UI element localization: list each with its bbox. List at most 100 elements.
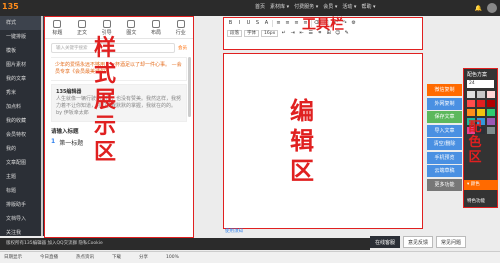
import-article-button[interactable]: 导入文章 xyxy=(427,124,462,137)
body-tab-icon xyxy=(78,19,86,28)
sidebar-item-article-images[interactable]: 文章配图 xyxy=(0,156,44,170)
status-item-share[interactable]: 分享 xyxy=(139,252,148,263)
sidebar-item-favorites[interactable]: 我的收藏 xyxy=(0,114,44,128)
save-article-button[interactable]: 保存文章 xyxy=(427,111,462,123)
mobile-preview-button[interactable]: 手机预览 xyxy=(427,151,462,164)
sidebar-item-styles[interactable]: 样式 xyxy=(0,16,44,30)
tab-body[interactable]: 正文 xyxy=(70,17,95,38)
online-support-button[interactable]: 在线客服 xyxy=(370,236,401,248)
font-color-button[interactable]: A xyxy=(263,20,270,27)
undo-button[interactable]: ↶ xyxy=(332,20,339,27)
faq-button[interactable]: 常见问题 xyxy=(436,236,467,248)
nav-item-help[interactable]: 帮助 ▾ xyxy=(361,3,375,10)
sidebar-item-xiumi[interactable]: 秀米 xyxy=(0,86,44,100)
color-swatch[interactable] xyxy=(477,109,485,116)
tab-image-text[interactable]: 图文 xyxy=(119,17,144,38)
more-functions-button[interactable]: 更多功能 xyxy=(427,178,462,191)
font-family-select[interactable]: 字体 xyxy=(244,29,259,37)
tab-guide[interactable]: 引导 xyxy=(94,17,119,38)
list-button[interactable]: ☰ xyxy=(307,30,314,37)
italic-button[interactable]: I xyxy=(236,20,243,27)
style-search-input[interactable]: 输入关键字搜索 xyxy=(51,43,175,53)
format-painter-button[interactable]: ⎘ xyxy=(323,20,330,27)
insert-block-button[interactable]: ⊞ xyxy=(325,30,332,37)
member-filter-chip[interactable]: 会员 xyxy=(178,45,187,51)
align-center-button[interactable]: ≡ xyxy=(284,20,291,27)
style-heading-row[interactable]: 1 第一标题 xyxy=(51,138,187,147)
color-swatch[interactable] xyxy=(477,91,485,98)
nav-item-activities[interactable]: 活动 ▾ xyxy=(342,3,356,10)
status-item-live[interactable]: 今日直播 xyxy=(40,252,58,263)
sidebar-item-themes[interactable]: 主题 xyxy=(0,170,44,184)
palette-color-control[interactable]: ▾ 颜色 xyxy=(464,180,498,190)
nav-item-materials[interactable]: 素材库 ▾ xyxy=(270,3,289,10)
clear-format-button[interactable]: ⌫ xyxy=(314,20,321,27)
align-left-button[interactable]: ≡ xyxy=(275,20,282,27)
style-card-article[interactable]: 135编辑器 人生就像一辆行驶的大巴，也没有赞美。我然这样，我努力着不让你知道，… xyxy=(51,84,187,122)
color-swatch[interactable] xyxy=(487,109,495,116)
color-swatch[interactable] xyxy=(477,127,485,134)
color-swatch[interactable] xyxy=(467,127,475,134)
settings-button[interactable]: ⚙ xyxy=(350,20,357,27)
font-size-select[interactable]: 16px xyxy=(261,29,279,37)
sidebar-item-one-click-layout[interactable]: 一键排版 xyxy=(0,30,44,44)
strikethrough-button[interactable]: S xyxy=(254,20,261,27)
tab-industry[interactable]: 行业 xyxy=(168,17,193,38)
color-swatch[interactable] xyxy=(487,127,495,134)
align-right-button[interactable]: ≡ xyxy=(293,20,300,27)
cloud-draft-button[interactable]: 云端草稿 xyxy=(427,165,462,177)
bold-button[interactable]: B xyxy=(227,20,234,27)
sidebar-item-my-articles[interactable]: 我的文章 xyxy=(0,72,44,86)
redo-button[interactable]: ↷ xyxy=(341,20,348,27)
table-button[interactable]: ⌗ xyxy=(316,30,323,37)
user-avatar[interactable] xyxy=(487,3,497,13)
color-swatch[interactable] xyxy=(467,91,475,98)
color-swatch[interactable] xyxy=(467,118,475,125)
palette-color-input[interactable]: 24 xyxy=(467,80,494,88)
sidebar-item-extras[interactable]: 加点料 xyxy=(0,100,44,114)
status-item-download[interactable]: 下载 xyxy=(112,252,121,263)
color-swatch[interactable] xyxy=(487,118,495,125)
nav-item-paid-services[interactable]: 付费服务 ▾ xyxy=(294,3,318,10)
color-swatch[interactable] xyxy=(477,100,485,107)
clear-delete-button[interactable]: 清空/删除 xyxy=(427,138,462,150)
edit-html-button[interactable]: ✎ xyxy=(343,30,350,37)
site-logo[interactable]: 135 xyxy=(2,2,32,14)
external-copy-button[interactable]: 外网复制 xyxy=(427,97,462,110)
sidebar-item-member[interactable]: 会员特权 xyxy=(0,128,44,142)
color-swatch[interactable] xyxy=(487,100,495,107)
paragraph-select[interactable]: 段落 xyxy=(227,29,242,37)
indent-button[interactable]: ⇥ xyxy=(289,30,296,37)
line-break-button[interactable]: ↵ xyxy=(280,30,287,37)
bell-icon[interactable]: 🔔 xyxy=(475,5,482,12)
status-item-news[interactable]: 热点资讯 xyxy=(76,252,94,263)
sidebar-item-templates[interactable]: 模板 xyxy=(0,44,44,58)
tab-title[interactable]: 标题 xyxy=(45,17,70,38)
status-item-zoom[interactable]: 100% xyxy=(166,252,179,263)
palette-feature-label[interactable]: 特色功能 xyxy=(467,198,485,204)
color-swatch[interactable] xyxy=(477,118,485,125)
wechat-copy-button[interactable]: 微信复制 xyxy=(427,84,462,96)
sidebar-item-titles[interactable]: 标题 xyxy=(0,184,44,198)
emoji-button[interactable]: ☺ xyxy=(334,30,341,37)
sidebar-item-mine[interactable]: 我的 xyxy=(0,142,44,156)
justify-button[interactable]: ≡ xyxy=(302,20,309,27)
nav-item-home[interactable]: 首页 xyxy=(255,3,265,10)
color-swatch[interactable] xyxy=(467,109,475,116)
style-card-quote[interactable]: 少年的爱情永远不够用，一杯酒足以了却一件心事。 —会员专享《会员最美诗句》 xyxy=(51,57,187,81)
outdent-button[interactable]: ⇤ xyxy=(298,30,305,37)
sidebar-item-doc-import[interactable]: 文档导入 xyxy=(0,212,44,226)
editor-help-link[interactable]: 使用须知 xyxy=(225,228,243,234)
status-item-date[interactable]: 日期显示 xyxy=(4,252,22,263)
style-section-title[interactable]: 请输入标题 xyxy=(51,127,187,135)
sidebar-item-images[interactable]: 图片素材 xyxy=(0,58,44,72)
underline-button[interactable]: U xyxy=(245,20,252,27)
style-panel-scrollbar[interactable] xyxy=(188,57,191,117)
tab-layout[interactable]: 布局 xyxy=(144,17,169,38)
nav-item-membership[interactable]: 会员 ▾ xyxy=(323,3,337,10)
editor-area[interactable] xyxy=(223,53,423,229)
color-swatch[interactable] xyxy=(467,100,475,107)
color-swatch[interactable] xyxy=(487,91,495,98)
feedback-button[interactable]: 意见反馈 xyxy=(403,236,434,248)
sidebar-item-layout-helper[interactable]: 排版助手 xyxy=(0,198,44,212)
